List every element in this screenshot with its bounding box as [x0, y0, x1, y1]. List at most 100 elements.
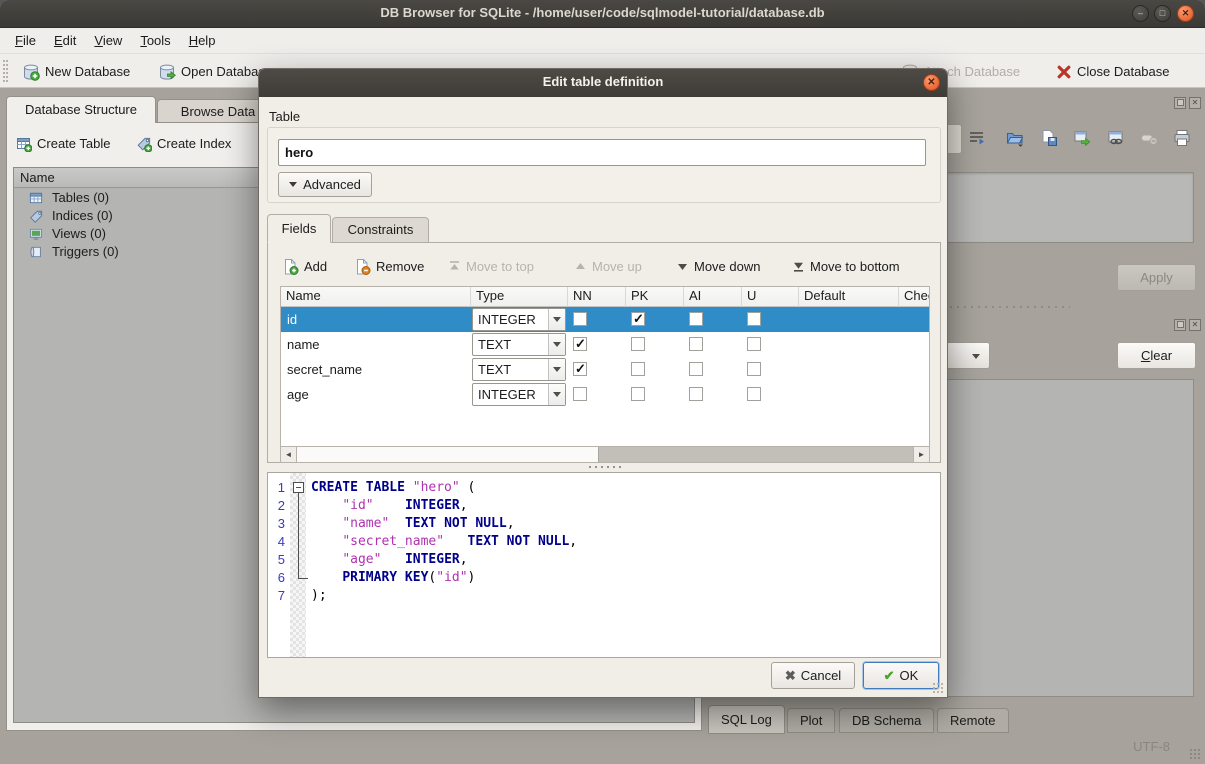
- create-index-button[interactable]: Create Index: [136, 130, 231, 156]
- dock-splitter[interactable]: [950, 306, 1070, 309]
- scroll-right-icon[interactable]: ►: [913, 447, 929, 462]
- dock-float-icon[interactable]: [1174, 319, 1186, 331]
- pk-checkbox[interactable]: [631, 362, 645, 376]
- field-rows: idINTEGERnameTEXTsecret_nameTEXTageINTEG…: [281, 307, 929, 407]
- column-header-default[interactable]: Default: [799, 287, 899, 307]
- table-name-input[interactable]: [278, 139, 926, 166]
- scrollbar-thumb[interactable]: [297, 447, 599, 462]
- add-field-button[interactable]: Add: [282, 253, 327, 279]
- dialog-splitter[interactable]: [589, 466, 625, 468]
- scroll-left-icon[interactable]: ◄: [281, 447, 297, 462]
- ai-checkbox[interactable]: [689, 362, 703, 376]
- apply-label: Apply: [1140, 270, 1173, 285]
- tree-item-label: Views (0): [52, 226, 106, 241]
- database-open-icon: [158, 63, 176, 81]
- bottom-tab-sql-log[interactable]: SQL Log: [708, 705, 785, 734]
- field-type-value: TEXT: [478, 337, 511, 352]
- bottom-tab-remote[interactable]: Remote: [937, 708, 1009, 733]
- word-wrap-icon[interactable]: [968, 129, 986, 147]
- pk-checkbox[interactable]: [631, 337, 645, 351]
- field-type-select[interactable]: TEXT: [472, 333, 566, 356]
- column-header-ai[interactable]: AI: [684, 287, 742, 307]
- column-header-pk[interactable]: PK: [626, 287, 684, 307]
- nn-checkbox[interactable]: [573, 337, 587, 351]
- column-header-name[interactable]: Name: [281, 287, 471, 307]
- menu-tools[interactable]: Tools: [131, 28, 179, 53]
- field-type-select[interactable]: INTEGER: [472, 308, 566, 331]
- ai-checkbox[interactable]: [689, 337, 703, 351]
- advanced-label: Advanced: [303, 177, 361, 192]
- u-checkbox[interactable]: [747, 387, 761, 401]
- column-header-check[interactable]: Check: [899, 287, 930, 307]
- menu-help[interactable]: Help: [180, 28, 225, 53]
- ai-checkbox[interactable]: [689, 387, 703, 401]
- tab-fields[interactable]: Fields: [267, 214, 331, 243]
- field-row-age[interactable]: ageINTEGER: [281, 382, 929, 407]
- column-header-u[interactable]: U: [742, 287, 799, 307]
- clear-button[interactable]: Clear: [1117, 342, 1196, 369]
- line-number: 7: [268, 587, 290, 605]
- minimize-button[interactable]: –: [1132, 5, 1149, 22]
- u-checkbox[interactable]: [747, 362, 761, 376]
- apply-cell-icon[interactable]: [1073, 129, 1091, 147]
- import-icon[interactable]: [1006, 129, 1024, 147]
- open-database-button[interactable]: Open Database: [158, 58, 272, 84]
- move-to-bottom-button[interactable]: Move to bottom: [792, 253, 900, 279]
- link-icon[interactable]: [1107, 129, 1125, 147]
- column-header-type[interactable]: Type: [471, 287, 568, 307]
- menu-edit[interactable]: Edit: [45, 28, 85, 53]
- field-row-secret-name[interactable]: secret_nameTEXT: [281, 357, 929, 382]
- chevron-down-icon: [548, 309, 565, 330]
- u-checkbox[interactable]: [747, 337, 761, 351]
- advanced-button[interactable]: Advanced: [278, 172, 372, 197]
- create-table-button[interactable]: Create Table: [16, 130, 110, 156]
- fold-collapse-icon[interactable]: [293, 482, 304, 493]
- print-icon[interactable]: [1173, 129, 1191, 147]
- database-new-icon: [22, 63, 40, 81]
- nn-checkbox[interactable]: [573, 312, 587, 326]
- field-row-name[interactable]: nameTEXT: [281, 332, 929, 357]
- tab-database-structure[interactable]: Database Structure: [6, 96, 156, 123]
- pk-checkbox[interactable]: [631, 387, 645, 401]
- remove-label: Remove: [376, 259, 424, 274]
- nn-checkbox[interactable]: [573, 387, 587, 401]
- field-row-id[interactable]: idINTEGER: [281, 307, 929, 332]
- nn-checkbox[interactable]: [573, 362, 587, 376]
- menu-file[interactable]: File: [6, 28, 45, 53]
- move-down-button[interactable]: Move down: [676, 253, 760, 279]
- remove-field-button[interactable]: Remove: [354, 253, 424, 279]
- maximize-button[interactable]: □: [1154, 5, 1171, 22]
- horizontal-scrollbar[interactable]: ◄ ►: [281, 446, 929, 462]
- toolbar-drag-handle[interactable]: [3, 60, 8, 82]
- u-checkbox[interactable]: [747, 312, 761, 326]
- cancel-button[interactable]: ✖Cancel: [771, 662, 855, 689]
- menu-view[interactable]: View: [85, 28, 131, 53]
- ok-button[interactable]: ✔OK: [863, 662, 939, 689]
- dialog-close-button[interactable]: ✕: [923, 74, 940, 91]
- field-type-select[interactable]: TEXT: [472, 358, 566, 381]
- new-database-button[interactable]: New Database: [22, 58, 130, 84]
- tab-constraints[interactable]: Constraints: [332, 217, 429, 243]
- sql-code: 1CREATE TABLE "hero" (2 "id" INTEGER,3 "…: [268, 479, 940, 605]
- dock-float-icon[interactable]: [1174, 97, 1186, 109]
- close-window-button[interactable]: ✕: [1177, 5, 1194, 22]
- sql-line-code: PRIMARY KEY("id"): [306, 569, 475, 587]
- bottom-tab-plot[interactable]: Plot: [787, 708, 835, 733]
- move-up-button: Move up: [574, 253, 642, 279]
- dock-close-icon[interactable]: ✕: [1189, 319, 1201, 331]
- window-titlebar[interactable]: DB Browser for SQLite - /home/user/code/…: [0, 0, 1205, 28]
- close-database-button[interactable]: Close Database: [1056, 58, 1170, 84]
- sql-line: 2 "id" INTEGER,: [268, 497, 940, 515]
- ai-checkbox[interactable]: [689, 312, 703, 326]
- window-resize-grip[interactable]: [1189, 748, 1201, 760]
- column-header-nn[interactable]: NN: [568, 287, 626, 307]
- dialog-titlebar[interactable]: Edit table definition ✕: [259, 69, 947, 97]
- bottom-tab-db-schema[interactable]: DB Schema: [839, 708, 934, 733]
- dock-close-icon[interactable]: ✕: [1189, 97, 1201, 109]
- fold-guide-corner: [298, 578, 308, 579]
- app-window: DB Browser for SQLite - /home/user/code/…: [0, 0, 1205, 764]
- field-type-select[interactable]: INTEGER: [472, 383, 566, 406]
- export-icon[interactable]: [1040, 129, 1058, 147]
- dialog-resize-grip[interactable]: [932, 682, 944, 694]
- pk-checkbox[interactable]: [631, 312, 645, 326]
